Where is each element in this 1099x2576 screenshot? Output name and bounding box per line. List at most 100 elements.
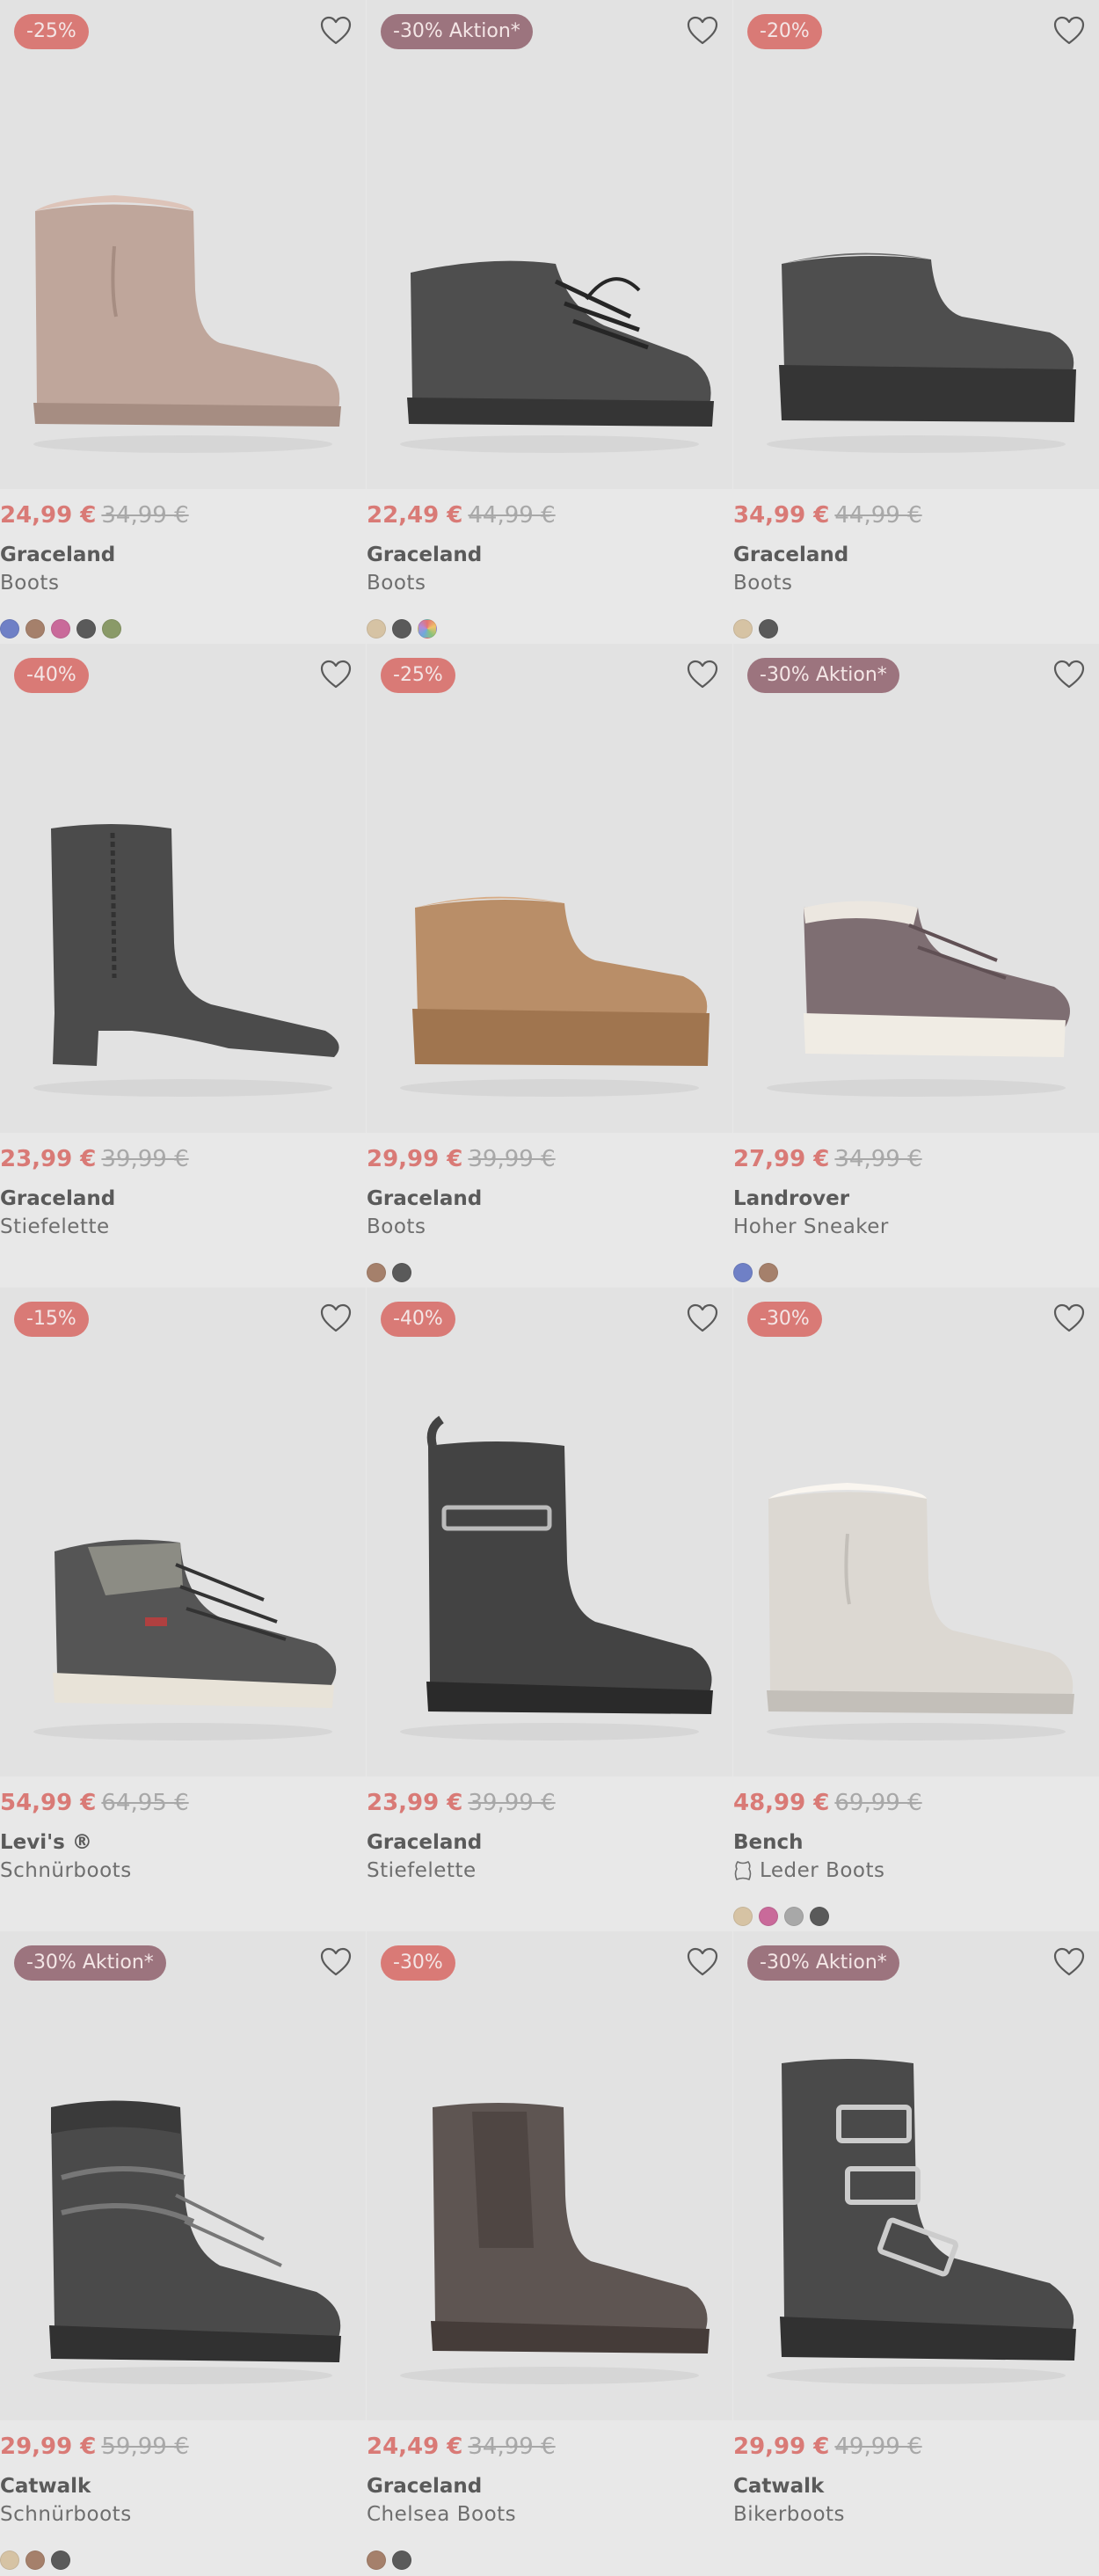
color-swatch[interactable]	[25, 619, 45, 639]
shoe-illustration	[33, 1539, 337, 1740]
wishlist-heart-icon[interactable]	[320, 660, 352, 690]
color-swatch[interactable]	[418, 619, 437, 639]
discount-badge: -40%	[381, 1302, 455, 1337]
discount-badge: -25%	[14, 14, 89, 49]
price-row: 27,99 €34,99 €	[733, 1145, 922, 1173]
color-swatch[interactable]	[810, 1907, 829, 1926]
product-image[interactable]	[0, 0, 366, 489]
product-image[interactable]	[733, 0, 1099, 489]
product-card[interactable]: -40% 23,99 €39,99 € Graceland Stiefelett…	[367, 1288, 732, 1931]
product-type[interactable]: Leder Boots	[733, 1859, 885, 1882]
color-swatch[interactable]	[367, 1263, 386, 1282]
product-image[interactable]	[367, 644, 732, 1133]
color-swatch[interactable]	[76, 619, 96, 639]
product-image[interactable]	[0, 644, 366, 1133]
color-swatch[interactable]	[392, 2550, 411, 2570]
original-price: 49,99 €	[834, 2434, 922, 2460]
wishlist-heart-icon[interactable]	[1053, 1947, 1085, 1977]
wishlist-heart-icon[interactable]	[1053, 660, 1085, 690]
discount-badge: -30% Aktion*	[381, 14, 533, 49]
product-image[interactable]	[367, 0, 732, 489]
wishlist-heart-icon[interactable]	[1053, 1303, 1085, 1333]
product-image[interactable]	[367, 1931, 732, 2420]
wishlist-heart-icon[interactable]	[320, 1303, 352, 1333]
color-swatch[interactable]	[759, 1263, 778, 1282]
color-swatch[interactable]	[367, 619, 386, 639]
leather-icon	[734, 1860, 752, 1881]
wishlist-heart-icon[interactable]	[320, 16, 352, 46]
wishlist-heart-icon[interactable]	[687, 660, 718, 690]
product-type[interactable]: Stiefelette	[367, 1859, 477, 1882]
product-card[interactable]: -30% Aktion* 27,99 €34,99 € Landrover Ho…	[733, 644, 1099, 1288]
product-type-label: Leder Boots	[760, 1859, 885, 1882]
product-card[interactable]: -40% 23,99 €39,99 € Graceland Stiefelett…	[0, 644, 366, 1288]
price-row: 24,49 €34,99 €	[367, 2433, 556, 2461]
brand-name[interactable]: Graceland	[0, 1187, 115, 1210]
original-price: 64,95 €	[101, 1790, 189, 1816]
brand-name[interactable]: Graceland	[367, 1187, 482, 1210]
product-card[interactable]: -30% Aktion* 29,99 €49,99 € Catwalk Bike…	[733, 1931, 1099, 2575]
product-card[interactable]: -30% 24,49 €34,99 € Graceland Chelsea Bo…	[367, 1931, 732, 2575]
product-type[interactable]: Chelsea Boots	[367, 2503, 516, 2526]
wishlist-heart-icon[interactable]	[687, 16, 718, 46]
color-swatch[interactable]	[733, 1263, 753, 1282]
product-image[interactable]	[733, 644, 1099, 1133]
current-price: 23,99 €	[367, 1790, 463, 1816]
color-swatch[interactable]	[51, 619, 70, 639]
color-swatch[interactable]	[51, 2550, 70, 2570]
brand-name[interactable]: Graceland	[0, 544, 115, 566]
product-type[interactable]: Boots	[0, 572, 59, 595]
product-image[interactable]	[733, 1931, 1099, 2420]
discount-badge: -25%	[381, 658, 455, 693]
brand-name[interactable]: Landrover	[733, 1187, 849, 1210]
brand-name[interactable]: Graceland	[367, 2475, 482, 2498]
color-swatch[interactable]	[733, 619, 753, 639]
color-swatch[interactable]	[0, 2550, 19, 2570]
brand-name[interactable]: Graceland	[367, 1831, 482, 1854]
product-type[interactable]: Boots	[733, 572, 792, 595]
product-image[interactable]	[0, 1931, 366, 2420]
current-price: 34,99 €	[733, 502, 830, 529]
color-swatch[interactable]	[759, 1907, 778, 1926]
product-card[interactable]: -30% 48,99 €69,99 € Bench Leder Boots	[733, 1288, 1099, 1931]
price-row: 23,99 €39,99 €	[367, 1789, 556, 1817]
product-card[interactable]: -25% 29,99 €39,99 € Graceland Boots	[367, 644, 732, 1288]
color-swatch[interactable]	[0, 619, 19, 639]
color-swatch[interactable]	[392, 619, 411, 639]
product-type[interactable]: Boots	[367, 572, 426, 595]
product-type[interactable]: Stiefelette	[0, 1215, 110, 1238]
wishlist-heart-icon[interactable]	[1053, 16, 1085, 46]
color-swatch[interactable]	[733, 1907, 753, 1926]
product-image[interactable]	[733, 1288, 1099, 1777]
color-swatch[interactable]	[759, 619, 778, 639]
wishlist-heart-icon[interactable]	[687, 1947, 718, 1977]
current-price: 22,49 €	[367, 502, 463, 529]
product-type[interactable]: Hoher Sneaker	[733, 1215, 889, 1238]
color-swatch[interactable]	[784, 1907, 804, 1926]
product-card[interactable]: -30% Aktion* 22,49 €44,99 € Graceland Bo…	[367, 0, 732, 644]
product-image[interactable]	[367, 1288, 732, 1777]
color-swatch[interactable]	[102, 619, 121, 639]
color-swatch[interactable]	[25, 2550, 45, 2570]
color-swatch[interactable]	[392, 1263, 411, 1282]
product-card[interactable]: -20% 34,99 €44,99 € Graceland Boots	[733, 0, 1099, 644]
brand-name[interactable]: Catwalk	[733, 2475, 824, 2498]
product-card[interactable]: -15% 54,99 €64,95 € Levi's ® Schnürboots	[0, 1288, 366, 1931]
product-card[interactable]: -30% Aktion* 29,99 €59,99 € Catwalk Schn…	[0, 1931, 366, 2575]
current-price: 29,99 €	[0, 2434, 97, 2460]
color-swatch[interactable]	[367, 2550, 386, 2570]
product-type[interactable]: Schnürboots	[0, 2503, 132, 2526]
product-type[interactable]: Bikerboots	[733, 2503, 845, 2526]
wishlist-heart-icon[interactable]	[320, 1947, 352, 1977]
product-card[interactable]: -25% 24,99 €34,99 € Graceland Boots	[0, 0, 366, 644]
product-image[interactable]	[0, 1288, 366, 1777]
brand-name[interactable]: Catwalk	[0, 2475, 91, 2498]
discount-badge: -30% Aktion*	[747, 1945, 899, 1981]
brand-name[interactable]: Graceland	[367, 544, 482, 566]
brand-name[interactable]: Bench	[733, 1831, 804, 1854]
wishlist-heart-icon[interactable]	[687, 1303, 718, 1333]
brand-name[interactable]: Graceland	[733, 544, 848, 566]
product-type[interactable]: Schnürboots	[0, 1859, 132, 1882]
product-type[interactable]: Boots	[367, 1215, 426, 1238]
brand-name[interactable]: Levi's ®	[0, 1831, 92, 1854]
